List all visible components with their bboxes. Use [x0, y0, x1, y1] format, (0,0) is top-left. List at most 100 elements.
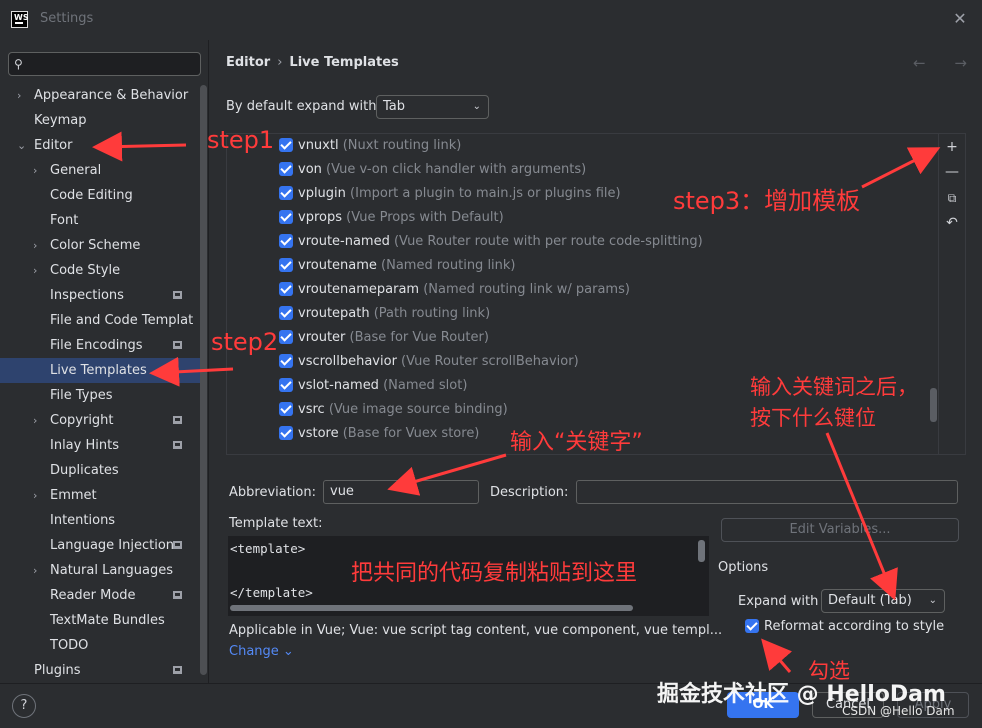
sidebar-item-duplicates[interactable]: Duplicates [0, 458, 200, 483]
description-input[interactable] [576, 480, 958, 504]
templates-scrollbar[interactable] [930, 388, 937, 422]
checkbox-checked-icon[interactable] [279, 305, 293, 320]
template-row[interactable]: vroute-named (Vue Router route with per … [279, 230, 703, 254]
template-row[interactable]: vprops (Vue Props with Default) [279, 206, 504, 230]
sidebar-item-color-scheme[interactable]: › Color Scheme [0, 233, 200, 258]
template-row[interactable]: vslot-named (Named slot) [279, 374, 467, 398]
template-abbreviation: vroutenameparam [298, 282, 424, 297]
reformat-label: Reformat according to style [764, 619, 945, 634]
sidebar-item-general[interactable]: › General [0, 158, 200, 183]
template-row[interactable]: vroutepath (Path routing link) [279, 302, 490, 326]
sidebar-item-reader-mode[interactable]: Reader Mode [0, 583, 200, 608]
chevron-right-icon[interactable]: › [33, 158, 37, 183]
remove-template-icon[interactable]: — [943, 163, 961, 181]
chevron-right-icon[interactable]: › [33, 233, 37, 258]
sidebar-item-file-and-code-templat[interactable]: File and Code Templat [0, 308, 200, 333]
expand-with-select[interactable]: Default (Tab) ⌄ [821, 589, 945, 613]
checkbox-checked-icon[interactable] [279, 233, 293, 248]
checkbox-checked-icon[interactable] [279, 329, 293, 344]
template-abbreviation: vroute-named [298, 234, 394, 249]
sidebar-item-plugins[interactable]: Plugins [0, 658, 200, 683]
help-icon[interactable]: ? [12, 694, 36, 718]
editor-horizontal-scrollbar[interactable] [230, 605, 633, 611]
copy-template-icon[interactable]: ⧉ [943, 189, 961, 207]
sidebar-item-label: General [50, 163, 102, 178]
sidebar-item-file-types[interactable]: File Types [0, 383, 200, 408]
template-row[interactable]: vstore (Base for Vuex store) [279, 422, 479, 446]
chevron-right-icon[interactable]: › [33, 483, 37, 508]
template-abbreviation: vnuxtl [298, 138, 343, 153]
templates-toolbar: + — ⧉ ↶ [939, 133, 966, 455]
expand-default-select[interactable]: Tab ⌄ [376, 95, 489, 119]
chevron-right-icon[interactable]: › [33, 408, 37, 433]
sidebar-item-font[interactable]: Font [0, 208, 200, 233]
template-row[interactable]: vroutename (Named routing link) [279, 254, 516, 278]
project-scope-icon [173, 591, 182, 599]
sidebar-item-appearance-behavior[interactable]: › Appearance & Behavior [0, 83, 200, 108]
sidebar-item-textmate-bundles[interactable]: TextMate Bundles [0, 608, 200, 633]
abbreviation-input[interactable]: vue [323, 480, 479, 504]
chevron-right-icon[interactable]: › [33, 258, 37, 283]
template-row[interactable]: vroutenameparam (Named routing link w/ p… [279, 278, 630, 302]
webstorm-logo-icon: WS [11, 11, 29, 28]
sidebar-item-todo[interactable]: TODO [0, 633, 200, 658]
sidebar-item-language-injections[interactable]: Language Injections [0, 533, 200, 558]
sidebar-item-editor[interactable]: ⌄ Editor [0, 133, 200, 158]
close-icon[interactable]: ✕ [949, 8, 971, 30]
checkbox-checked-icon[interactable] [279, 353, 293, 368]
chevron-down-icon[interactable]: ⌄ [17, 133, 26, 158]
sidebar-item-emmet[interactable]: › Emmet [0, 483, 200, 508]
sidebar-item-copyright[interactable]: › Copyright [0, 408, 200, 433]
template-row[interactable]: vplugin (Import a plugin to main.js or p… [279, 182, 621, 206]
checkbox-checked-icon[interactable] [279, 257, 293, 272]
sidebar-item-file-encodings[interactable]: File Encodings [0, 333, 200, 358]
sidebar-item-intentions[interactable]: Intentions [0, 508, 200, 533]
annotation-step3: step3：增加模板 [673, 187, 861, 215]
sidebar-item-live-templates[interactable]: Live Templates [0, 358, 200, 383]
checkbox-checked-icon[interactable] [279, 401, 293, 416]
checkbox-checked-icon[interactable] [279, 209, 293, 224]
template-description: (Named routing link) [381, 258, 516, 273]
chevron-right-icon[interactable]: › [17, 83, 21, 108]
add-template-icon[interactable]: + [943, 138, 961, 156]
checkbox-checked-icon[interactable] [279, 137, 293, 152]
editor-line: <template> [230, 541, 306, 556]
chevron-right-icon[interactable]: › [33, 558, 37, 583]
checkbox-checked-icon[interactable] [279, 185, 293, 200]
template-row[interactable]: vnuxtl (Nuxt routing link) [279, 134, 461, 158]
template-row[interactable]: vscrollbehavior (Vue Router scrollBehavi… [279, 350, 579, 374]
expand-default-value: Tab [383, 99, 406, 114]
sidebar-item-inspections[interactable]: Inspections [0, 283, 200, 308]
sidebar-item-label: TODO [50, 638, 89, 653]
template-description: (Vue Router scrollBehavior) [401, 354, 579, 369]
change-contexts-link[interactable]: Change ⌄ [229, 644, 294, 659]
template-row[interactable]: vsrc (Vue image source binding) [279, 398, 508, 422]
template-row[interactable]: von (Vue v-on click handler with argumen… [279, 158, 586, 182]
checkbox-checked-icon[interactable] [279, 281, 293, 296]
back-forward-icon[interactable]: ← → [913, 54, 979, 72]
sidebar-item-label: File Encodings [50, 338, 143, 353]
template-description: (Vue v-on click handler with arguments) [326, 162, 587, 177]
settings-sidebar: ⚲ › Appearance & Behavior Keymap ⌄ Editor › Ge… [0, 40, 208, 683]
edit-variables-button[interactable]: Edit Variables... [721, 518, 959, 542]
sidebar-scrollbar[interactable] [200, 85, 207, 675]
restore-template-icon[interactable]: ↶ [943, 214, 961, 232]
sidebar-item-natural-languages[interactable]: › Natural Languages [0, 558, 200, 583]
checkbox-checked-icon[interactable] [279, 377, 293, 392]
project-scope-icon [173, 541, 182, 549]
search-input[interactable]: ⚲ [8, 52, 201, 76]
reformat-checkbox[interactable]: Reformat according to style [745, 618, 945, 634]
template-row[interactable]: vrouter (Base for Vue Router) [279, 326, 489, 350]
sidebar-item-inlay-hints[interactable]: Inlay Hints [0, 433, 200, 458]
sidebar-item-keymap[interactable]: Keymap [0, 108, 200, 133]
template-abbreviation: vprops [298, 210, 347, 225]
checkbox-checked-icon[interactable] [279, 161, 293, 176]
chevron-down-icon: ⌄ [472, 101, 481, 112]
template-abbreviation: vrouter [298, 330, 350, 345]
sidebar-item-code-style[interactable]: › Code Style [0, 258, 200, 283]
editor-vertical-scrollbar[interactable] [698, 540, 705, 562]
annotation-keyword: 输入“关键字” [510, 430, 643, 455]
breadcrumb-parent[interactable]: Editor [226, 55, 270, 70]
sidebar-item-code-editing[interactable]: Code Editing [0, 183, 200, 208]
checkbox-checked-icon[interactable] [279, 425, 293, 440]
